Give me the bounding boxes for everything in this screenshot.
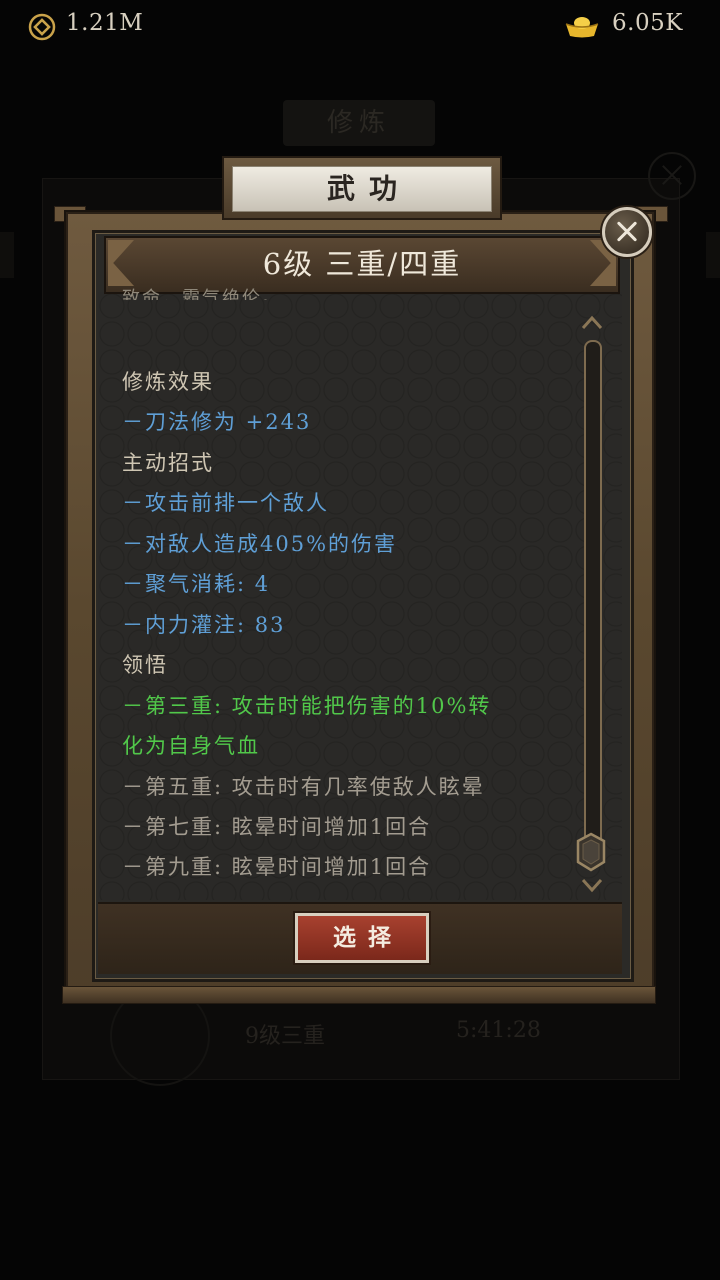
clipped-description-line: 致命，霸气绝伦。 xyxy=(122,288,282,300)
background-side-tab-left xyxy=(0,232,14,278)
section-heading-training: 修炼效果 xyxy=(122,370,214,394)
background-row-timer: 5:41:28 xyxy=(456,1018,541,1043)
effect-line: －聚气消耗: 4 xyxy=(122,572,271,596)
insight-line-unlocked: 化为自身气血 xyxy=(122,734,260,758)
effect-line: －攻击前排一个敌人 xyxy=(122,491,329,515)
gold-amount: 6.05K xyxy=(612,10,683,36)
background-close-icon xyxy=(648,152,696,200)
coin-amount: 1.21M xyxy=(66,10,144,36)
scroll-up-arrow-icon[interactable] xyxy=(580,312,604,332)
background-side-tab-right xyxy=(706,232,720,278)
insight-line-locked: －第九重: 眩晕时间增加1回合 xyxy=(122,855,432,879)
close-button[interactable] xyxy=(602,207,652,257)
insight-line-locked: －第七重: 眩晕时间增加1回合 xyxy=(122,815,432,839)
section-heading-active: 主动招式 xyxy=(122,451,214,475)
insight-line-unlocked: －第三重: 攻击时能把伤害的10%转 xyxy=(122,694,492,718)
dialog-title: 武功 xyxy=(326,172,411,205)
scroll-down-arrow-icon[interactable] xyxy=(580,876,604,896)
select-button[interactable]: 选择 xyxy=(295,913,429,963)
background-title: 修炼 xyxy=(283,100,435,146)
skill-description[interactable]: 致命，霸气绝伦。 修炼效果 －刀法修为 +243 主动招式 －攻击前排一个敌人 … xyxy=(122,280,592,900)
frame-base xyxy=(62,986,656,1004)
effect-line: －对敌人造成405%的伤害 xyxy=(122,532,398,556)
dialog-tab: 武功 xyxy=(222,156,502,220)
coin-icon xyxy=(28,13,56,41)
gold-ingot-icon xyxy=(565,17,599,38)
dialog-tab-plate: 武功 xyxy=(232,166,492,212)
effect-line: －内力灌注: 83 xyxy=(122,613,286,637)
section-heading-insight: 领悟 xyxy=(122,653,168,677)
scrollbar-track[interactable] xyxy=(584,340,602,854)
background-row-level: 9级三重 xyxy=(245,1024,325,1049)
currency-bar: 1.21M 6.05K xyxy=(0,0,720,56)
scrollbar-thumb[interactable] xyxy=(576,832,606,872)
effect-line: －刀法修为 +243 xyxy=(122,410,312,434)
insight-line-locked: －第五重: 攻击时有几率使敌人眩晕 xyxy=(122,775,485,799)
background-list-row: 9级三重 5:41:28 xyxy=(80,986,640,1086)
